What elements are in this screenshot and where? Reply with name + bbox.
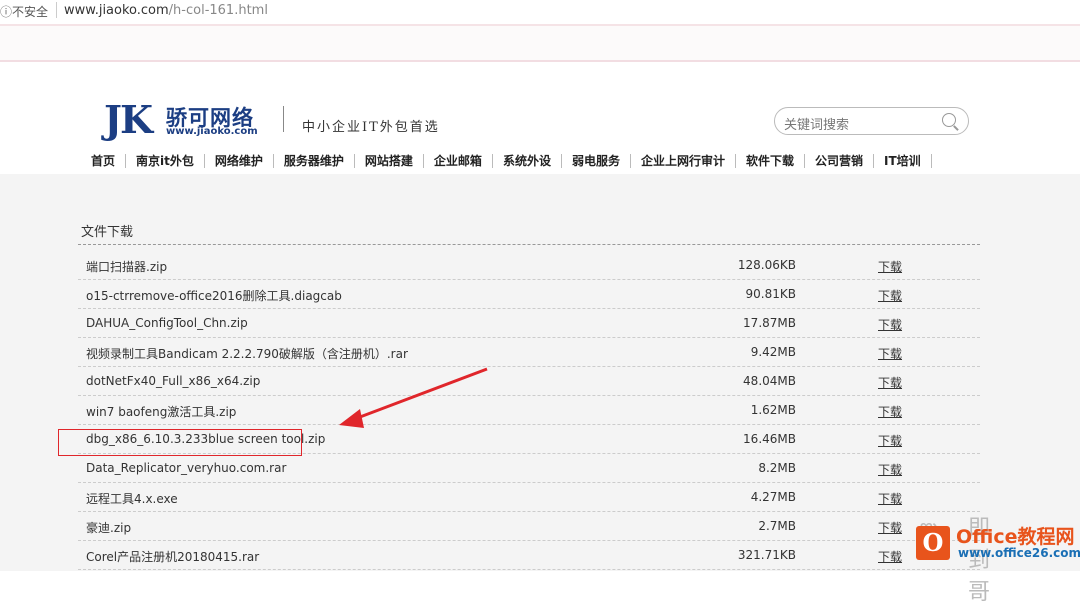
download-link[interactable]: 下载 <box>878 258 902 275</box>
download-link[interactable]: 下载 <box>878 548 902 565</box>
highlight-box <box>58 429 302 456</box>
download-row: dotNetFx40_Full_x86_x64.zip 48.04MB 下载 <box>78 367 980 396</box>
file-name: win7 baofeng激活工具.zip <box>86 405 237 419</box>
slogan: 中小企业IT外包首选 <box>302 120 440 135</box>
search-placeholder: 关键词搜索 <box>784 118 850 133</box>
watermark-brand: Office教程网 <box>956 526 1075 548</box>
nav-item[interactable]: 网络维护 <box>205 154 274 168</box>
watermark-site: www.office26.com <box>958 546 1080 560</box>
office-logo-icon: O <box>916 526 950 560</box>
search-icon[interactable] <box>942 113 956 127</box>
download-row: Corel产品注册机20180415.rar 321.71KB 下载 <box>78 541 980 570</box>
file-name: 远程工具4.x.exe <box>86 492 178 506</box>
nav-item[interactable]: 系统外设 <box>493 154 562 168</box>
file-name: 视频录制工具Bandicam 2.2.2.790破解版（含注册机）.rar <box>86 347 408 361</box>
nav-item[interactable]: 南京it外包 <box>126 154 205 168</box>
download-link[interactable]: 下载 <box>878 403 902 420</box>
address-divider <box>56 2 57 18</box>
url-text[interactable]: www.jiaoko.com/h-col-161.html <box>64 3 268 18</box>
nav-item[interactable]: 企业上网行审计 <box>631 154 736 168</box>
file-size: 128.06KB <box>737 258 796 272</box>
file-size: 90.81KB <box>745 287 796 301</box>
address-bar[interactable]: ⓘ 不安全 www.jiaoko.com/h-col-161.html <box>0 0 1080 22</box>
download-row: 远程工具4.x.exe 4.27MB 下载 <box>78 483 980 512</box>
file-size: 4.27MB <box>750 490 796 504</box>
download-list: 端口扫描器.zip 128.06KB 下载 o15-ctrremove-office2… <box>78 251 980 570</box>
file-name: 端口扫描器.zip <box>86 260 168 274</box>
page-top-border <box>0 60 1080 62</box>
nav-item[interactable]: 服务器维护 <box>274 154 355 168</box>
url-host: www.jiaoko.com <box>64 3 169 18</box>
download-link[interactable]: 下载 <box>878 287 902 304</box>
section-title: 文件下载 <box>81 225 134 240</box>
url-path: /h-col-161.html <box>168 3 268 18</box>
file-size: 48.04MB <box>743 374 796 388</box>
nav-item[interactable]: 公司营销 <box>805 154 875 168</box>
download-row: DAHUA_ConfigTool_Chn.zip 17.87MB 下载 <box>78 309 980 338</box>
nav-item[interactable]: 企业邮箱 <box>424 154 493 168</box>
nav-item[interactable]: IT培训 <box>874 154 932 168</box>
file-size: 1.62MB <box>750 403 796 417</box>
download-row: 端口扫描器.zip 128.06KB 下载 <box>78 251 980 280</box>
file-name: Data_Replicator_veryhuo.com.rar <box>86 461 287 475</box>
bookmarks-bar <box>0 26 1080 60</box>
logo-divider <box>283 106 284 132</box>
file-size: 321.71KB <box>737 548 796 562</box>
security-label: 不安全 <box>12 5 49 19</box>
download-link[interactable]: 下载 <box>878 345 902 362</box>
logo-letters: JK <box>104 97 153 142</box>
file-size: 16.46MB <box>743 432 796 446</box>
file-name: Corel产品注册机20180415.rar <box>86 550 260 564</box>
main-nav: 首页 南京it外包 网络维护 服务器维护 网站搭建 企业邮箱 系统外设 弱电服务 企业上网行审计… <box>81 151 932 171</box>
download-link[interactable]: 下载 <box>878 316 902 333</box>
nav-item[interactable]: 首页 <box>81 154 127 168</box>
nav-item[interactable]: 弱电服务 <box>562 154 631 168</box>
file-name: dotNetFx40_Full_x86_x64.zip <box>86 374 261 388</box>
download-link[interactable]: 下载 <box>878 490 902 507</box>
logo-url: www.jiaoko.com <box>166 126 258 137</box>
file-size: 17.87MB <box>743 316 796 330</box>
download-row: 视频录制工具Bandicam 2.2.2.790破解版（含注册机）.rar 9.4… <box>78 338 980 367</box>
nav-item[interactable]: 软件下载 <box>736 154 805 168</box>
download-row: win7 baofeng激活工具.zip 1.62MB 下载 <box>78 396 980 425</box>
search-box[interactable]: 关键词搜索 <box>774 107 969 135</box>
file-size: 9.42MB <box>750 345 796 359</box>
nav-item[interactable]: 网站搭建 <box>355 154 424 168</box>
file-size: 2.7MB <box>758 519 796 533</box>
download-row: Data_Replicator_veryhuo.com.rar 8.2MB 下载 <box>78 454 980 483</box>
download-link[interactable]: 下载 <box>878 432 902 449</box>
download-row: o15-ctrremove-office2016删除工具.diagcab 90.8… <box>78 280 980 309</box>
file-size: 8.2MB <box>758 461 796 475</box>
download-row: 豪迪.zip 2.7MB 下载 <box>78 512 980 541</box>
info-icon[interactable]: ⓘ <box>0 3 12 20</box>
file-name: o15-ctrremove-office2016删除工具.diagcab <box>86 289 342 303</box>
download-link[interactable]: 下载 <box>878 519 902 536</box>
file-name: DAHUA_ConfigTool_Chn.zip <box>86 316 248 330</box>
title-divider <box>78 244 980 245</box>
download-link[interactable]: 下载 <box>878 374 902 391</box>
file-name: 豪迪.zip <box>86 521 132 535</box>
download-link[interactable]: 下载 <box>878 461 902 478</box>
